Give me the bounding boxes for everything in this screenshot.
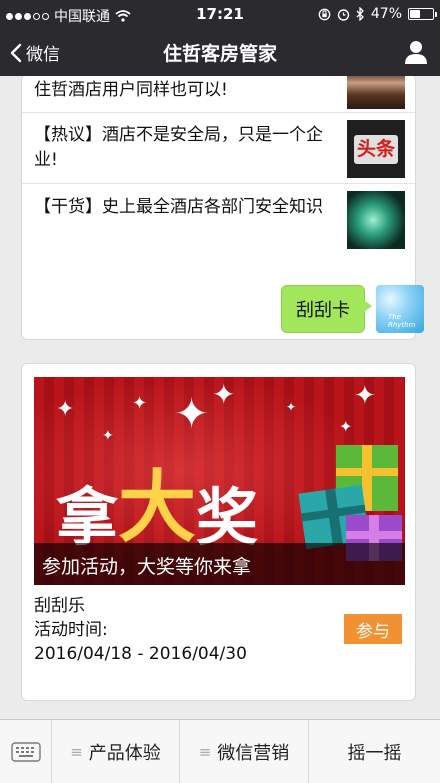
news-thumbnail: 头条 [347, 120, 405, 178]
sparkle-icon: ✦ [212, 378, 236, 411]
sparkle-icon: ✦ [354, 381, 376, 411]
sparkle-icon: ✦ [286, 400, 297, 414]
join-button[interactable]: 参与 [344, 614, 402, 644]
menu-wechat-marketing[interactable]: ≡ 微信营销 [180, 720, 309, 783]
menu-label: 微信营销 [217, 743, 290, 764]
avatar[interactable]: The Rhythm [376, 285, 424, 333]
lock-rotation-icon [318, 8, 331, 20]
news-thumbnail [347, 191, 405, 249]
news-title: 【热议】酒店不是安全局，只是一个企业! [34, 125, 323, 170]
news-thumbnail [347, 76, 405, 109]
battery-fill [410, 10, 421, 18]
sparkle-icon: ✦ [56, 397, 75, 422]
menu-label: 摇一摇 [347, 743, 402, 764]
news-item[interactable]: 【干货】史上最全酒店各部门安全知识 [22, 184, 415, 259]
news-item[interactable]: 【热议】酒店不是安全局，只是一个企业! 头条 [22, 113, 415, 184]
alarm-icon [337, 8, 350, 21]
page-title: 住哲客房管家 [162, 43, 277, 65]
join-thumbnail[interactable]: 参与 [343, 599, 403, 659]
status-bar: 中国联通 17:21 47% [0, 0, 440, 28]
bluetooth-icon [356, 7, 364, 21]
chat-area: 住哲酒店用户同样也可以! 【热议】酒店不是安全局，只是一个企业! 头条 【干货】… [0, 76, 440, 719]
toutiao-logo: 头条 [353, 134, 398, 164]
news-item[interactable]: 住哲酒店用户同样也可以! [22, 76, 415, 113]
menu-product-experience[interactable]: ≡ 产品体验 [52, 720, 180, 783]
sparkle-icon: ✦ [132, 393, 148, 414]
menu-lines-icon: ≡ [70, 743, 83, 761]
menu-label: 产品体验 [88, 743, 161, 764]
news-title: 【干货】史上最全酒店各部门安全知识 [34, 197, 323, 217]
promo-name: 刮刮乐 [34, 596, 85, 616]
message-bubble[interactable]: 刮刮卡 [281, 285, 372, 333]
bottom-menu-bar: ≡ 产品体验 ≡ 微信营销 摇一摇 [0, 719, 440, 783]
promo-info: 刮刮乐 活动时间: 2016/04/18 - 2016/04/30 [34, 594, 247, 666]
keyboard-toggle-button[interactable] [0, 720, 52, 783]
battery-percent: 47% [370, 6, 402, 22]
promo-card[interactable]: ✦ ✦ ✦ ✦ ✦ ✦ ✦ ✦ 拿 大 奖 参加活动，大奖等你来拿 刮刮乐 活动… [21, 363, 416, 701]
menu-shake[interactable]: 摇一摇 [309, 720, 440, 783]
nav-bar: 微信 住哲客房管家 [0, 28, 440, 76]
promo-banner[interactable]: ✦ ✦ ✦ ✦ ✦ ✦ ✦ ✦ 拿 大 奖 参加活动，大奖等你来拿 [34, 377, 405, 585]
sparkle-icon: ✦ [102, 428, 114, 444]
sent-message-row: 刮刮卡 The Rhythm [281, 285, 424, 333]
battery-icon [408, 8, 437, 20]
status-right: 47% [318, 6, 437, 22]
user-icon[interactable] [402, 38, 430, 66]
keyboard-icon [10, 742, 41, 762]
promo-time-label: 活动时间: [34, 620, 108, 640]
menu-lines-icon: ≡ [198, 743, 212, 761]
sparkle-icon: ✦ [174, 389, 210, 438]
banner-char: 大 [118, 462, 197, 553]
banner-caption: 参加活动，大奖等你来拿 [34, 543, 405, 585]
news-title: 住哲酒店用户同样也可以! [34, 80, 228, 100]
banner-headline: 拿 大 奖 [56, 445, 258, 557]
sparkle-icon: ✦ [339, 417, 353, 436]
promo-time-range: 2016/04/18 - 2016/04/30 [34, 644, 247, 664]
